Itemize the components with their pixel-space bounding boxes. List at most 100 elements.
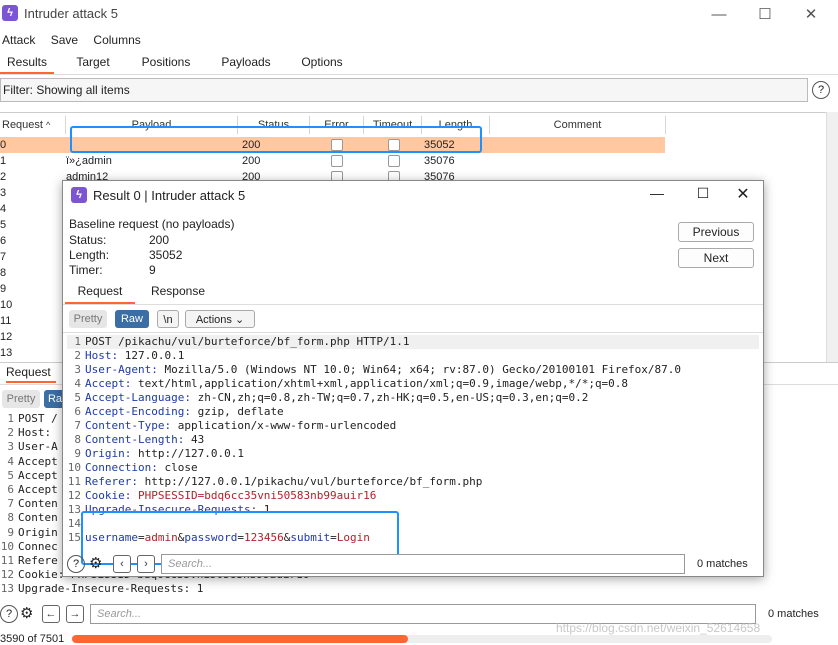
line-number: 9 bbox=[7, 525, 14, 539]
progress-bar bbox=[72, 635, 772, 643]
line-number: 7 bbox=[7, 497, 14, 511]
cell-request: 7 bbox=[0, 251, 7, 263]
cell-request: 10 bbox=[0, 299, 13, 311]
header-key: Host: bbox=[85, 349, 119, 362]
line-number: 4 bbox=[74, 377, 81, 390]
tab-options[interactable]: Options bbox=[294, 52, 350, 74]
line-number: 13 bbox=[0, 582, 14, 596]
dialog-tab-request[interactable]: Request bbox=[65, 284, 135, 304]
request-line: 10 Connection: close bbox=[67, 461, 759, 475]
field-status-value: 200 bbox=[149, 233, 170, 247]
line-text: Refere bbox=[18, 554, 58, 567]
line-number: 14 bbox=[67, 517, 81, 530]
dialog-forward-arrow-icon[interactable]: › bbox=[137, 555, 155, 573]
dialog-minimize-icon[interactable]: — bbox=[637, 185, 677, 205]
bottom-help-icon[interactable]: ? bbox=[0, 605, 18, 623]
tab-payloads[interactable]: Payloads bbox=[216, 52, 276, 74]
table-scrollbar[interactable] bbox=[826, 112, 838, 362]
previous-button[interactable]: Previous bbox=[678, 222, 754, 242]
cell-request: 6 bbox=[0, 235, 7, 247]
table-top-border bbox=[0, 112, 838, 113]
request-line: 7 Content-Type: application/x-www-form-ur… bbox=[67, 419, 759, 433]
dialog-title: Result 0 | Intruder attack 5 bbox=[93, 188, 246, 203]
cell-request: 2 bbox=[0, 171, 7, 183]
pretty-button[interactable]: Pretty bbox=[69, 310, 107, 328]
dialog-tab-divider bbox=[63, 304, 763, 305]
header-key: POST /pikachu/vul/burteforce/bf_form.php… bbox=[85, 335, 410, 348]
help-icon[interactable]: ? bbox=[812, 81, 830, 99]
title-bar: ϟ Intruder attack 5 — ☐ ✕ bbox=[0, 0, 838, 28]
header-key: Referer: bbox=[85, 475, 138, 488]
chevron-down-icon: ⌄ bbox=[234, 314, 245, 326]
request-line: 4 Accept: text/html,application/xhtml+xml… bbox=[67, 377, 759, 391]
tab-results[interactable]: Results bbox=[0, 52, 54, 74]
header-value: Mozilla/5.0 (Windows NT 10.0; Win64; x64… bbox=[157, 363, 682, 376]
progress-bar-fill bbox=[72, 635, 408, 643]
cell-length: 35076 bbox=[424, 155, 455, 167]
line-text: Conten bbox=[18, 511, 58, 525]
line-text: Conten bbox=[18, 497, 58, 511]
menu-bar: Attack Save Columns bbox=[2, 33, 153, 47]
tab-target[interactable]: Target bbox=[66, 52, 120, 74]
progress-text: 3590 of 7501 bbox=[0, 633, 65, 645]
menu-columns[interactable]: Columns bbox=[93, 33, 140, 47]
cell-request: 11 bbox=[0, 315, 12, 327]
tab-positions[interactable]: Positions bbox=[136, 52, 196, 74]
column-header-request[interactable]: Request ^ bbox=[0, 116, 66, 134]
request-line: 9 Origin: http://127.0.0.1 bbox=[67, 447, 759, 461]
cell-request: 0 bbox=[0, 139, 7, 151]
line-number: 12 bbox=[0, 568, 14, 582]
dialog-search-input[interactable]: Search... bbox=[161, 554, 685, 574]
request-line: 8 Content-Length: 43 bbox=[67, 433, 759, 447]
line-number: 11 bbox=[0, 554, 14, 567]
header-key: Connection: bbox=[85, 461, 158, 474]
baseline-label: Baseline request (no payloads) bbox=[69, 217, 235, 231]
line-number: 1 bbox=[74, 335, 81, 348]
dialog-tab-response[interactable]: Response bbox=[143, 284, 213, 304]
bottom-settings-gear-icon[interactable]: ⚙ bbox=[20, 605, 38, 623]
next-button[interactable]: Next bbox=[678, 248, 754, 268]
bottom-matches-count: 0 matches bbox=[768, 608, 819, 620]
bottom-back-arrow-icon[interactable]: ← bbox=[42, 605, 60, 623]
maximize-icon[interactable]: ☐ bbox=[742, 0, 788, 28]
menu-save[interactable]: Save bbox=[51, 33, 78, 47]
dialog-back-arrow-icon[interactable]: ‹ bbox=[113, 555, 131, 573]
header-value: text/html,application/xhtml+xml,applicat… bbox=[131, 377, 629, 390]
dialog-close-icon[interactable]: ✕ bbox=[723, 184, 763, 204]
line-number: 9 bbox=[74, 447, 81, 460]
raw-button[interactable]: Raw bbox=[115, 310, 149, 328]
header-value: PHPSESSID=bdq6cc35vni50583nb99auir16 bbox=[131, 489, 377, 502]
dialog-help-icon[interactable]: ? bbox=[67, 555, 85, 573]
watermark-text: https://blog.csdn.net/weixin_52614658 bbox=[556, 621, 761, 635]
table-row[interactable]: 1 ï»¿admin 200 35076 bbox=[0, 153, 665, 169]
line-text: Upgrade-Insecure-Requests: 1 bbox=[18, 582, 204, 596]
request-line: 12 Cookie: PHPSESSID=bdq6cc35vni50583nb99… bbox=[67, 489, 759, 503]
close-icon[interactable]: ✕ bbox=[788, 0, 834, 28]
dialog-burp-logo-icon: ϟ bbox=[71, 187, 87, 203]
header-key: Content-Type: bbox=[85, 419, 172, 432]
actions-dropdown[interactable]: Actions ⌄ bbox=[185, 310, 255, 328]
header-key: Cookie: bbox=[85, 489, 132, 502]
request-line: 5 Accept-Language: zh-CN,zh;q=0.8,zh-TW;q… bbox=[67, 391, 759, 405]
highlight-box-row0 bbox=[70, 126, 482, 153]
cell-request: 9 bbox=[0, 283, 7, 295]
line-number: 15 bbox=[67, 531, 81, 544]
newline-toggle-button[interactable]: \n bbox=[157, 310, 179, 328]
tab-divider bbox=[0, 74, 838, 75]
line-number: 10 bbox=[0, 539, 14, 553]
column-header-comment[interactable]: Comment bbox=[490, 116, 666, 134]
result-dialog: ϟ Result 0 | Intruder attack 5 — ☐ ✕ Bas… bbox=[62, 180, 764, 577]
bottom-tab-request[interactable]: Request bbox=[6, 365, 56, 383]
line-number: 6 bbox=[7, 483, 14, 496]
timeout-checkbox bbox=[388, 155, 400, 167]
header-key: Accept-Encoding: bbox=[85, 405, 191, 418]
dialog-settings-gear-icon[interactable]: ⚙ bbox=[89, 555, 107, 573]
bottom-pretty-button[interactable]: Pretty bbox=[2, 390, 40, 408]
cell-request: 3 bbox=[0, 187, 7, 199]
header-key: User-Agent: bbox=[85, 363, 158, 376]
menu-attack[interactable]: Attack bbox=[2, 33, 35, 47]
dialog-maximize-icon[interactable]: ☐ bbox=[683, 185, 723, 205]
bottom-forward-arrow-icon[interactable]: → bbox=[66, 605, 84, 623]
filter-bar[interactable]: Filter: Showing all items bbox=[0, 78, 808, 102]
minimize-icon[interactable]: — bbox=[696, 0, 742, 28]
